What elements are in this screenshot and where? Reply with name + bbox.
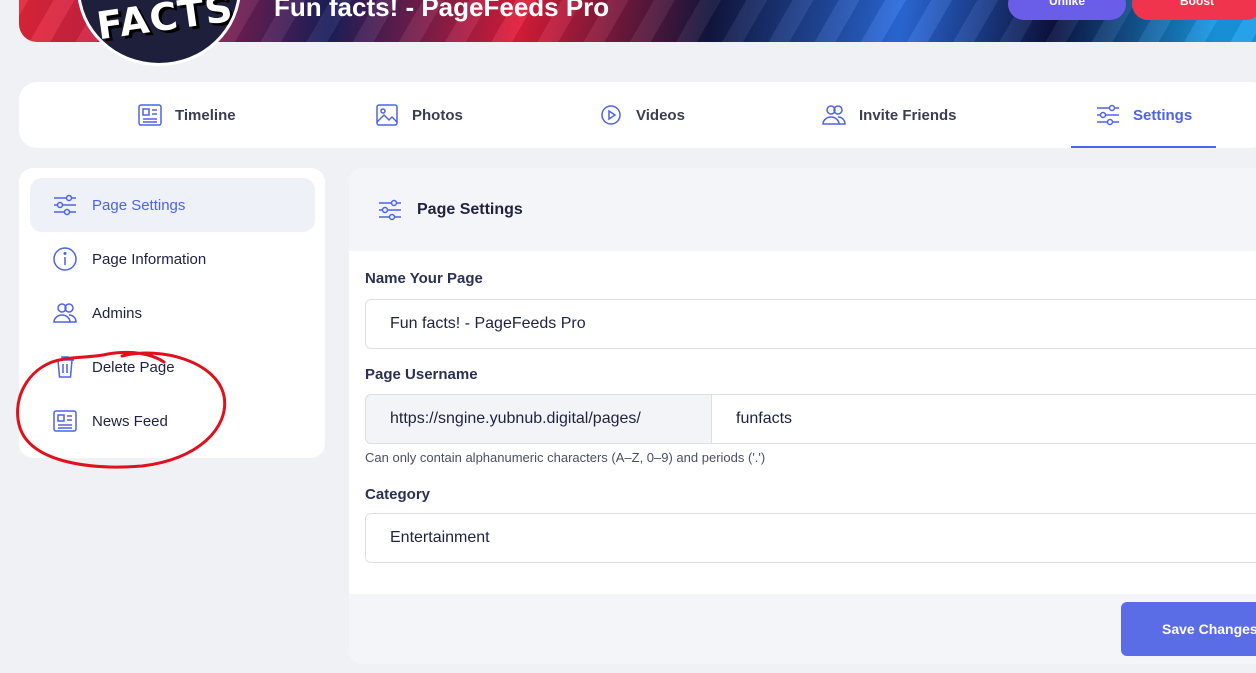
tab-label: Photos	[412, 106, 463, 124]
tab-label: Settings	[1133, 106, 1193, 124]
username-hint: Can only contain alphanumeric characters…	[365, 450, 766, 465]
settings-panel: Page Settings Name Your Page Fun facts! …	[349, 168, 1256, 664]
panel-title: Page Settings	[417, 200, 523, 218]
name-label: Name Your Page	[365, 270, 483, 287]
username-label: Page Username	[365, 366, 478, 383]
sidebar-item-page-information[interactable]: Page Information	[30, 232, 315, 286]
username-input-group: https://sngine.yubnub.digital/pages/ fun…	[365, 394, 1256, 444]
page-name-field[interactable]: Fun facts! - PageFeeds Pro	[365, 299, 1256, 349]
sidebar-item-delete-page[interactable]: Delete Page	[30, 340, 315, 394]
trash-icon	[56, 356, 74, 378]
tab-timeline[interactable]: Timeline	[137, 82, 236, 148]
sidebar-item-label: Admins	[92, 304, 143, 322]
tab-invite-friends[interactable]: Invite Friends	[821, 82, 957, 148]
category-label: Category	[365, 486, 431, 503]
username-field[interactable]: funfacts	[712, 394, 1256, 444]
unlike-button[interactable]: Unlike	[1008, 0, 1126, 20]
username-prefix: https://sngine.yubnub.digital/pages/	[365, 394, 712, 444]
image-icon	[376, 104, 398, 126]
sliders-icon	[1097, 104, 1119, 126]
sidebar-item-label: Page Settings	[92, 196, 186, 214]
boost-button[interactable]: Boost	[1132, 0, 1256, 20]
page-avatar[interactable]: FACTS	[77, 0, 241, 66]
tab-label: Invite Friends	[859, 106, 957, 124]
play-circle-icon	[601, 105, 621, 125]
info-icon	[53, 247, 77, 271]
users-icon	[53, 303, 77, 323]
sidebar-item-admins[interactable]: Admins	[30, 286, 315, 340]
sidebar-item-label: Page Information	[92, 250, 207, 268]
users-icon	[822, 105, 846, 125]
avatar-logo-text: FACTS	[94, 0, 236, 49]
tab-label: Timeline	[175, 106, 236, 124]
save-changes-button[interactable]: Save Changes	[1121, 602, 1256, 656]
settings-sidebar: Page Settings Page Information Admins De…	[19, 168, 325, 458]
newspaper-icon	[138, 104, 162, 126]
sliders-icon	[379, 199, 401, 220]
tab-settings[interactable]: Settings	[1070, 82, 1217, 148]
tab-videos[interactable]: Videos	[598, 82, 685, 148]
category-select[interactable]: Entertainment	[365, 513, 1256, 563]
panel-header: Page Settings	[349, 168, 1256, 251]
tab-label: Videos	[636, 106, 685, 124]
panel-footer	[349, 594, 1256, 664]
sidebar-item-label: Delete Page	[92, 358, 175, 376]
page-tabs: Timeline Photos Videos Invite Friends Se…	[19, 82, 1256, 148]
page-title: Fun facts! - PageFeeds Pro	[274, 0, 610, 22]
newspaper-icon	[53, 410, 77, 432]
tab-photos[interactable]: Photos	[374, 82, 463, 148]
sidebar-item-label: News Feed	[92, 412, 168, 430]
sliders-icon	[54, 194, 76, 216]
sidebar-item-page-settings[interactable]: Page Settings	[30, 178, 315, 232]
sidebar-item-news-feed[interactable]: News Feed	[30, 394, 315, 448]
